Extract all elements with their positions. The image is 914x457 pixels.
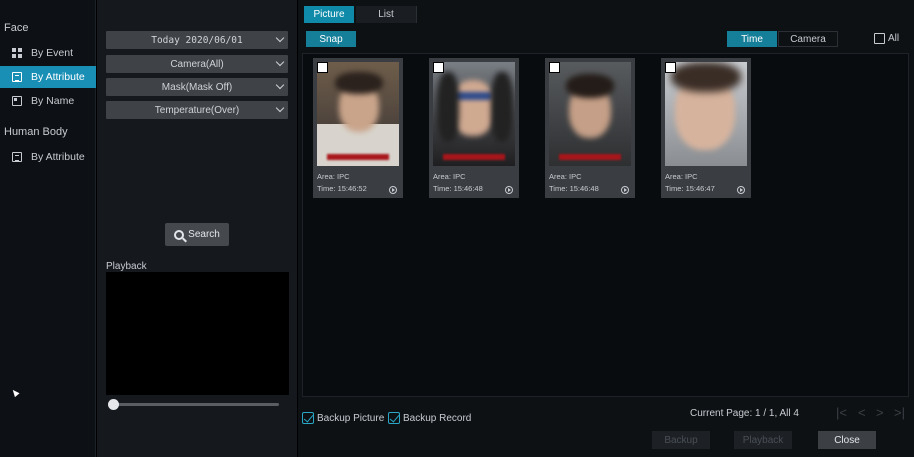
backup-picture-checkbox[interactable] (302, 412, 314, 424)
select-checkbox[interactable] (317, 62, 328, 73)
tab-picture[interactable]: Picture (304, 6, 354, 23)
time-row: Time: 15:46:48 (549, 184, 599, 193)
last-page-icon[interactable]: >| (894, 405, 905, 420)
close-button[interactable]: Close (818, 431, 876, 449)
play-icon[interactable] (737, 186, 745, 194)
play-icon[interactable] (505, 186, 513, 194)
search-button-label: Search (188, 229, 220, 240)
play-icon[interactable] (621, 186, 629, 194)
next-page-icon[interactable]: > (876, 405, 884, 420)
backup-picture-option[interactable]: Backup Picture (302, 412, 384, 424)
overlay-label (559, 154, 621, 160)
select-all-checkbox[interactable] (874, 33, 885, 44)
chevron-down-icon (275, 80, 285, 90)
area-row: Area: IPC (317, 172, 350, 181)
sidebar-item-by-name[interactable]: By Name (0, 90, 96, 112)
camera-value: Camera(All) (170, 58, 224, 70)
playback-label: Playback (106, 261, 147, 272)
overlay-label (327, 154, 389, 160)
result-card[interactable]: Area: IPC Time: 15:46:48 (429, 58, 519, 198)
grid-icon (12, 48, 22, 58)
area-row: Area: IPC (433, 172, 466, 181)
tab-list[interactable]: List (356, 6, 416, 23)
select-checkbox[interactable] (549, 62, 560, 73)
camera-dropdown[interactable]: Camera(All) (106, 55, 288, 73)
face-group-label: Face (4, 22, 29, 34)
temperature-value: Temperature(Over) (154, 104, 240, 116)
sidebar: Face By Event By Attribute By Name Human… (0, 0, 96, 457)
tab-divider (416, 6, 417, 23)
playback-slider-track[interactable] (113, 403, 279, 406)
select-checkbox[interactable] (433, 62, 444, 73)
chevron-down-icon (275, 103, 285, 113)
face-thumbnail (665, 62, 747, 166)
play-icon[interactable] (389, 186, 397, 194)
select-checkbox[interactable] (665, 62, 676, 73)
playback-video-area (106, 272, 289, 395)
sidebar-item-label: By Attribute (31, 151, 85, 163)
mouse-cursor-icon (10, 387, 20, 398)
id-card-icon (12, 96, 22, 106)
playback-slider-handle[interactable] (108, 399, 119, 410)
temperature-dropdown[interactable]: Temperature(Over) (106, 101, 288, 119)
backup-record-checkbox[interactable] (388, 412, 400, 424)
result-card[interactable]: Area: IPC Time: 15:46:52 (313, 58, 403, 198)
snap-button[interactable]: Snap (306, 31, 356, 47)
backup-record-label: Backup Record (403, 412, 472, 424)
sort-time-button[interactable]: Time (727, 31, 777, 47)
time-row: Time: 15:46:48 (433, 184, 483, 193)
sidebar-item-label: By Name (31, 95, 75, 107)
area-row: Area: IPC (549, 172, 582, 181)
sidebar-item-label: By Event (31, 47, 74, 59)
first-page-icon[interactable]: |< (836, 405, 847, 420)
result-card[interactable]: Area: IPC Time: 15:46:47 (661, 58, 751, 198)
playback-button[interactable]: Playback (734, 431, 792, 449)
date-value: Today 2020/06/01 (151, 34, 243, 46)
page-info: Current Page: 1 / 1, All 4 (690, 408, 799, 419)
sidebar-item-human-by-attribute[interactable]: By Attribute (0, 146, 96, 168)
date-dropdown[interactable]: Today 2020/06/01 (106, 31, 288, 49)
view-tabs: Picture List (298, 0, 914, 24)
time-row: Time: 15:46:47 (665, 184, 715, 193)
face-thumbnail (433, 62, 515, 166)
result-card[interactable]: Area: IPC Time: 15:46:48 (545, 58, 635, 198)
document-icon (12, 152, 22, 162)
backup-button[interactable]: Backup (652, 431, 710, 449)
backup-record-option[interactable]: Backup Record (388, 412, 471, 424)
face-thumbnail (317, 62, 399, 166)
chevron-down-icon (275, 33, 285, 43)
backup-picture-label: Backup Picture (317, 412, 385, 424)
face-thumbnail (549, 62, 631, 166)
document-icon (12, 72, 22, 82)
overlay-label (443, 154, 505, 160)
prev-page-icon[interactable]: < (858, 405, 866, 420)
sidebar-item-label: By Attribute (31, 71, 85, 83)
sidebar-item-by-attribute[interactable]: By Attribute (0, 66, 96, 88)
filter-panel: Today 2020/06/01 Camera(All) Mask(Mask O… (97, 0, 297, 457)
human-body-group-label: Human Body (4, 126, 68, 138)
mask-dropdown[interactable]: Mask(Mask Off) (106, 78, 288, 96)
picture-grid: Area: IPC Time: 15:46:52 Area: IPC Time:… (302, 53, 909, 397)
chevron-down-icon (275, 57, 285, 67)
area-row: Area: IPC (665, 172, 698, 181)
results-area: Picture List Snap Time Camera All Area: … (298, 0, 914, 457)
search-button[interactable]: Search (165, 223, 229, 246)
sidebar-item-by-event[interactable]: By Event (0, 42, 96, 64)
search-icon (174, 229, 185, 240)
time-row: Time: 15:46:52 (317, 184, 367, 193)
mask-value: Mask(Mask Off) (161, 81, 233, 93)
sort-camera-button[interactable]: Camera (778, 31, 838, 47)
select-all-label: All (888, 33, 900, 44)
